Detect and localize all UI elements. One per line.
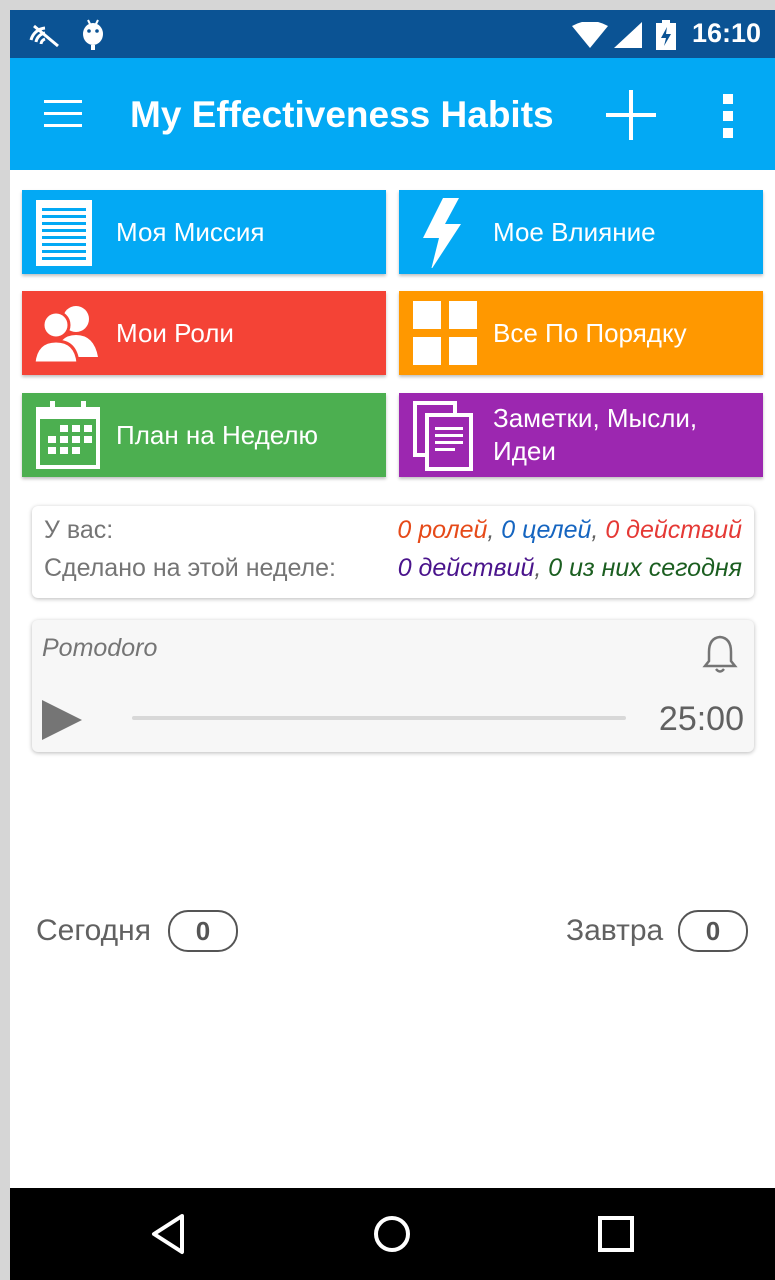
pomodoro-card: Pomodoro 25:00 [32,620,754,752]
stats-row-done: Сделано на этой неделе: 0 действий, 0 из… [44,554,742,588]
bell-icon[interactable] [702,634,738,679]
wifi-icon [572,21,608,53]
done-actions-count: 0 действий [397,554,535,582]
stats-have-label: У вас: [44,516,114,544]
done-today-count: 0 из них сегодня [548,554,742,582]
play-icon[interactable] [40,698,84,747]
cell-signal-icon [614,22,642,53]
people-icon [32,297,104,369]
recents-icon[interactable] [592,1210,640,1258]
back-icon[interactable] [146,1210,194,1258]
app-title: My Effectiveness Habits [130,94,554,135]
lightning-icon [409,196,481,270]
stats-row-have: У вас: 0 ролей, 0 целей, 0 действий [44,516,742,550]
stats-have-value: 0 ролей, 0 целей, 0 действий [397,516,742,544]
tile-my-influence[interactable]: Мое Влияние [399,190,763,274]
menu-icon[interactable] [44,100,84,133]
status-bar: 16:10 [10,10,775,58]
today-label: Сегодня [36,914,151,947]
tile-week-plan[interactable]: План на Неделю [22,393,386,477]
tile-notes-ideas[interactable]: Заметки, Мысли, Идеи [399,393,763,477]
tile-label: Мои Роли [116,317,234,348]
tile-my-mission[interactable]: Моя Миссия [22,190,386,274]
navigation-bar [10,1188,775,1280]
status-time: 16:10 [691,18,761,48]
stats-done-label: Сделано на этой неделе: [44,554,336,582]
add-icon[interactable] [606,90,656,145]
screen: 16:10 My Effectiveness Habits Моя Миссия… [10,10,775,1280]
document-lines-icon [32,196,104,268]
pomodoro-title: Pomodoro [42,634,158,662]
today-count-badge[interactable]: 0 [168,910,238,952]
tile-label: Моя Миссия [116,216,265,247]
tile-label: Мое Влияние [493,216,656,247]
overflow-menu-icon[interactable] [720,94,736,143]
goals-count: 0 целей [501,516,592,544]
notes-icon [409,399,481,471]
tile-label: Все По Порядку [493,317,687,348]
stats-done-value: 0 действий, 0 из них сегодня [397,554,742,582]
pomodoro-progress-track[interactable] [132,716,626,720]
pomodoro-time: 25:00 [658,700,744,738]
battery-charging-icon [656,20,676,55]
app-bar: My Effectiveness Habits [10,58,775,170]
wireless-signal-icon [28,20,62,53]
tile-all-in-order[interactable]: Все По Порядку [399,291,763,375]
android-debug-icon [80,18,106,55]
tile-my-roles[interactable]: Мои Роли [22,291,386,375]
actions-count: 0 действий [605,516,742,544]
roles-count: 0 ролей [397,516,488,544]
calendar-icon [32,399,104,471]
tomorrow-label: Завтра [566,914,664,947]
grid-squares-icon [409,297,481,369]
tile-label: Заметки, Мысли, Идеи [493,403,698,466]
home-icon[interactable] [368,1210,416,1258]
tomorrow-count-badge[interactable]: 0 [678,910,748,952]
stats-card: У вас: 0 ролей, 0 целей, 0 действий Сдел… [32,506,754,598]
tile-label: План на Неделю [116,419,319,450]
